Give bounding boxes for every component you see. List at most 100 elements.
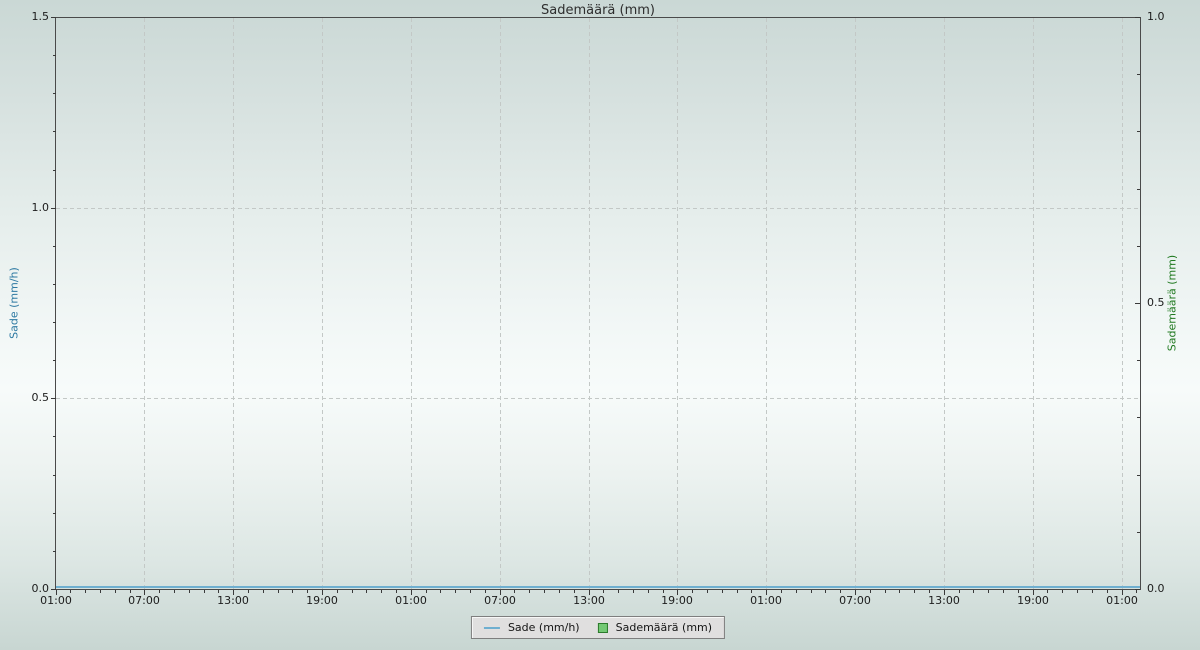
x-minor-tick bbox=[751, 590, 752, 593]
x-tick-label: 01:00 bbox=[1106, 594, 1138, 607]
left-y-major-tick bbox=[51, 208, 56, 209]
x-minor-tick bbox=[337, 590, 338, 593]
x-minor-tick bbox=[722, 590, 723, 593]
x-minor-tick bbox=[781, 590, 782, 593]
legend-label: Sademäärä (mm) bbox=[616, 621, 712, 634]
x-minor-tick bbox=[663, 590, 664, 593]
x-minor-tick bbox=[840, 590, 841, 593]
left-y-minor-tick bbox=[53, 131, 56, 132]
x-minor-tick bbox=[914, 590, 915, 593]
legend-item: Sademäärä (mm) bbox=[598, 621, 712, 634]
x-minor-tick bbox=[1003, 590, 1004, 593]
x-minor-tick bbox=[174, 590, 175, 593]
right-y-minor-tick bbox=[1137, 189, 1140, 190]
x-tick-label: 01:00 bbox=[395, 594, 427, 607]
right-axis-title: Sademäärä (mm) bbox=[1166, 255, 1179, 351]
right-y-major-tick bbox=[1135, 589, 1140, 590]
x-minor-tick bbox=[189, 590, 190, 593]
right-y-minor-tick bbox=[1137, 532, 1140, 533]
left-y-tick-label: 0.5 bbox=[0, 391, 49, 405]
x-tick-label: 01:00 bbox=[750, 594, 782, 607]
x-minor-tick bbox=[559, 590, 560, 593]
x-minor-tick bbox=[396, 590, 397, 593]
x-minor-tick bbox=[973, 590, 974, 593]
left-y-minor-tick bbox=[53, 284, 56, 285]
x-tick-label: 13:00 bbox=[573, 594, 605, 607]
left-y-tick-label: 0.0 bbox=[0, 582, 49, 596]
x-tick-label: 13:00 bbox=[928, 594, 960, 607]
x-minor-tick bbox=[988, 590, 989, 593]
x-minor-tick bbox=[115, 590, 116, 593]
right-y-tick-label: 0.0 bbox=[1147, 582, 1165, 596]
right-y-minor-tick bbox=[1137, 360, 1140, 361]
x-minor-tick bbox=[648, 590, 649, 593]
left-y-minor-tick bbox=[53, 322, 56, 323]
x-minor-tick bbox=[218, 590, 219, 593]
left-y-minor-tick bbox=[53, 55, 56, 56]
left-y-minor-tick bbox=[53, 246, 56, 247]
x-minor-tick bbox=[70, 590, 71, 593]
x-minor-tick bbox=[470, 590, 471, 593]
legend-label: Sade (mm/h) bbox=[508, 621, 580, 634]
x-tick-label: 19:00 bbox=[661, 594, 693, 607]
x-minor-tick bbox=[707, 590, 708, 593]
x-minor-tick bbox=[292, 590, 293, 593]
x-minor-tick bbox=[574, 590, 575, 593]
chart-title: Sademäärä (mm) bbox=[0, 3, 1196, 18]
x-minor-tick bbox=[366, 590, 367, 593]
x-minor-tick bbox=[307, 590, 308, 593]
x-minor-tick bbox=[1047, 590, 1048, 593]
x-minor-tick bbox=[263, 590, 264, 593]
x-minor-tick bbox=[603, 590, 604, 593]
right-y-tick-label: 1.0 bbox=[1147, 10, 1165, 24]
x-minor-tick bbox=[440, 590, 441, 593]
x-minor-tick bbox=[85, 590, 86, 593]
x-minor-tick bbox=[899, 590, 900, 593]
x-minor-tick bbox=[204, 590, 205, 593]
left-y-minor-tick bbox=[53, 93, 56, 94]
x-minor-tick bbox=[485, 590, 486, 593]
left-y-minor-tick bbox=[53, 513, 56, 514]
x-minor-tick bbox=[737, 590, 738, 593]
x-minor-tick bbox=[248, 590, 249, 593]
x-minor-tick bbox=[885, 590, 886, 593]
left-y-minor-tick bbox=[53, 436, 56, 437]
x-minor-tick bbox=[544, 590, 545, 593]
left-y-minor-tick bbox=[53, 475, 56, 476]
x-minor-tick bbox=[811, 590, 812, 593]
x-minor-tick bbox=[426, 590, 427, 593]
right-y-major-tick bbox=[1135, 303, 1140, 304]
x-tick-label: 13:00 bbox=[217, 594, 249, 607]
legend-item: Sade (mm/h) bbox=[484, 621, 580, 634]
x-minor-tick bbox=[381, 590, 382, 593]
x-minor-tick bbox=[455, 590, 456, 593]
x-minor-tick bbox=[1092, 590, 1093, 593]
x-minor-tick bbox=[796, 590, 797, 593]
right-y-minor-tick bbox=[1137, 74, 1140, 75]
right-y-minor-tick bbox=[1137, 131, 1140, 132]
left-y-major-tick bbox=[51, 17, 56, 18]
legend-square-marker bbox=[598, 623, 608, 633]
left-y-major-tick bbox=[51, 589, 56, 590]
x-minor-tick bbox=[529, 590, 530, 593]
left-y-tick-label: 1.5 bbox=[0, 10, 49, 24]
plot-area bbox=[55, 17, 1141, 590]
x-minor-tick bbox=[100, 590, 101, 593]
right-y-minor-tick bbox=[1137, 417, 1140, 418]
x-minor-tick bbox=[1062, 590, 1063, 593]
left-y-minor-tick bbox=[53, 551, 56, 552]
left-y-minor-tick bbox=[53, 170, 56, 171]
right-y-major-tick bbox=[1135, 17, 1140, 18]
right-y-minor-tick bbox=[1137, 475, 1140, 476]
x-minor-tick bbox=[1136, 590, 1137, 593]
legend: Sade (mm/h) Sademäärä (mm) bbox=[471, 616, 725, 639]
x-tick-label: 07:00 bbox=[484, 594, 516, 607]
left-y-major-tick bbox=[51, 398, 56, 399]
legend-line-marker bbox=[484, 627, 500, 629]
x-minor-tick bbox=[1018, 590, 1019, 593]
x-tick-label: 07:00 bbox=[128, 594, 160, 607]
left-y-tick-label: 1.0 bbox=[0, 201, 49, 215]
right-y-tick-label: 0.5 bbox=[1147, 296, 1165, 310]
precipitation-chart: Sademäärä (mm) 01:00 07:00 13:00 19:00 01:00… bbox=[0, 0, 1200, 650]
x-minor-tick bbox=[159, 590, 160, 593]
